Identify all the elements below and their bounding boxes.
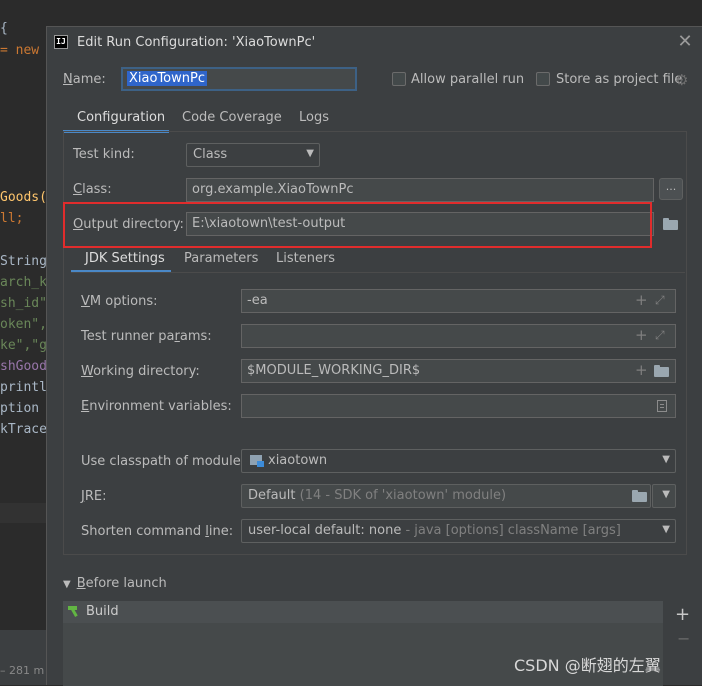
dialog-title: Edit Run Configuration: 'XiaoTownPc' (77, 35, 316, 50)
chevron-down-icon: ▼ (662, 524, 670, 535)
intellij-app-icon: IJ (54, 35, 68, 49)
jre-hint: (14 - SDK of 'xiaotown' module) (299, 488, 507, 503)
plus-icon[interactable]: + (635, 293, 648, 308)
remove-task-button[interactable]: − (677, 629, 690, 648)
jre-select[interactable]: Default (14 - SDK of 'xiaotown' module) (241, 484, 651, 508)
before-launch-label-initial: B (76, 576, 86, 591)
test-kind-value: Class (193, 147, 228, 162)
classpath-module-label: Use classpath of module: (81, 454, 246, 469)
plus-icon[interactable]: + (635, 328, 648, 343)
document-icon[interactable] (657, 400, 667, 412)
code-line: oken", (0, 317, 46, 332)
code-line: { (0, 21, 8, 36)
classpath-module-value: xiaotown (268, 453, 328, 468)
code-line: arch_ke (0, 275, 46, 290)
chevron-down-icon: ▼ (306, 148, 314, 159)
jre-label: JRE: (81, 489, 107, 504)
shorten-command-line-label: Shorten command line: (81, 524, 234, 539)
folder-icon[interactable] (632, 490, 648, 502)
class-label: Class: (73, 182, 112, 197)
tab-listeners[interactable]: Listeners (276, 251, 335, 266)
name-input[interactable]: XiaoTownPc (121, 67, 357, 91)
gear-icon[interactable]: ⚙ (675, 72, 691, 88)
tab-logs[interactable]: Logs (299, 110, 329, 125)
output-directory-label: Output directory: (73, 217, 184, 232)
tab-code-coverage[interactable]: Code Coverage (182, 110, 282, 125)
working-directory-value: $MODULE_WORKING_DIR$ (247, 363, 421, 378)
watermark: CSDN @断翅的左翼 (514, 656, 661, 675)
status-text: – 281 m (0, 664, 45, 677)
code-line: ption e (0, 401, 46, 416)
folder-icon[interactable] (663, 218, 679, 230)
allow-parallel-run-checkbox[interactable] (392, 72, 406, 86)
build-label: Build (86, 604, 119, 619)
classpath-module-select[interactable]: xiaotown ▼ (241, 449, 676, 473)
store-as-project-file-checkbox[interactable] (536, 72, 550, 86)
jre-dropdown-button[interactable]: ▼ (652, 484, 676, 508)
environment-variables-input[interactable] (241, 394, 676, 418)
store-as-project-file-label[interactable]: Store as project file (556, 72, 682, 87)
module-icon (250, 455, 264, 467)
before-launch-section[interactable]: ▼ Before launch (63, 576, 167, 591)
code-line: ke","gu (0, 338, 46, 353)
chevron-down-icon: ▼ (63, 579, 71, 590)
editor-current-line (0, 503, 46, 523)
add-task-button[interactable]: + (675, 604, 690, 625)
test-kind-label: Test kind: (73, 147, 135, 162)
code-line: ll; (0, 211, 24, 226)
working-directory-label: Working directory: (81, 364, 200, 379)
chevron-down-icon: ▼ (662, 489, 670, 500)
list-item-build[interactable]: Build (63, 601, 663, 623)
code-line: shGoods (0, 359, 46, 374)
hammer-icon (68, 606, 78, 617)
test-runner-params-label: Test runner params: (81, 329, 212, 344)
test-kind-select[interactable]: Class ▼ (186, 143, 320, 167)
class-input[interactable]: org.example.XiaoTownPc (186, 178, 654, 202)
code-line: sh_id" (0, 296, 46, 311)
chevron-down-icon: ▼ (662, 454, 670, 465)
code-editor-background: { = new ( Goods() ll; String arch_ke sh_… (0, 0, 46, 685)
name-value: XiaoTownPc (127, 71, 207, 86)
code-line: Goods() (0, 190, 46, 205)
vm-options-input[interactable]: -ea (241, 289, 676, 313)
expand-icon[interactable]: ⤢ (655, 328, 665, 342)
jre-value: Default (248, 488, 296, 503)
tab-configuration[interactable]: Configuration (77, 110, 165, 125)
class-browse-button[interactable]: ... (659, 178, 683, 200)
code-line: kTrace( (0, 422, 46, 437)
plus-icon[interactable]: + (635, 363, 648, 378)
code-line: String (0, 254, 46, 269)
output-directory-input[interactable]: E:\xiaotown\test-output (186, 212, 654, 236)
shorten-command-line-hint: - java [options] className [args] (401, 523, 621, 538)
edit-run-configuration-dialog: IJ Edit Run Configuration: 'XiaoTownPc' … (46, 26, 702, 686)
code-line: = new ( (0, 43, 46, 58)
folder-icon[interactable] (654, 365, 670, 377)
vm-options-value: -ea (247, 293, 268, 308)
shorten-command-line-select[interactable]: user-local default: none - java [options… (241, 519, 676, 543)
test-runner-params-input[interactable] (241, 324, 676, 348)
before-launch-label: efore launch (85, 576, 167, 591)
environment-variables-label: Environment variables: (81, 399, 232, 414)
tab-parameters[interactable]: Parameters (184, 251, 258, 266)
name-label: Name: (63, 72, 106, 87)
code-line: println (0, 380, 46, 395)
shorten-command-line-value: user-local default: none (248, 523, 402, 538)
close-icon[interactable]: ✕ (675, 31, 695, 53)
name-label-rest: ame: (72, 72, 106, 87)
vm-options-label: VM options: (81, 294, 158, 309)
tab-jdk-settings[interactable]: JDK Settings (85, 251, 165, 266)
editor-status-area: – 281 m (0, 630, 46, 685)
expand-icon[interactable]: ⤢ (655, 293, 665, 307)
allow-parallel-run-label[interactable]: Allow parallel run (411, 72, 524, 87)
dialog-titlebar[interactable]: IJ Edit Run Configuration: 'XiaoTownPc' … (47, 27, 702, 59)
working-directory-input[interactable]: $MODULE_WORKING_DIR$ (241, 359, 676, 383)
